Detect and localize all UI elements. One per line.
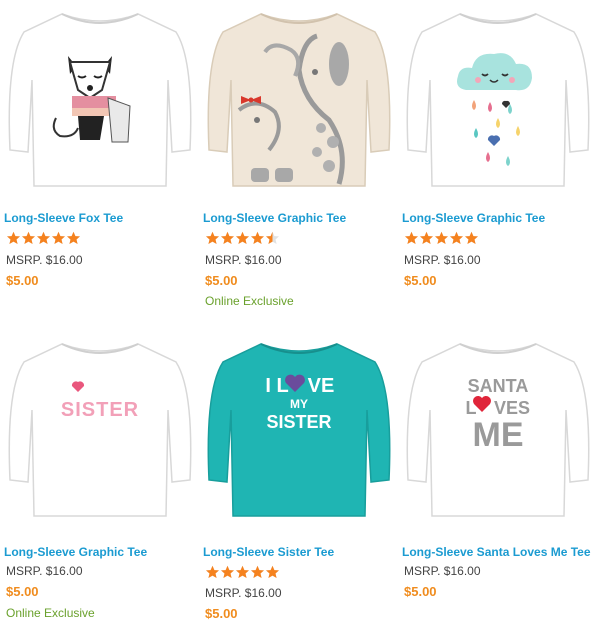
product-grid: Long-Sleeve Fox Tee MSRP. $16.00 $5.00 L… [0, 0, 596, 622]
product-title[interactable]: Long-Sleeve Sister Tee [203, 545, 334, 559]
product-title[interactable]: Long-Sleeve Graphic Tee [4, 545, 147, 559]
sale-price: $5.00 [6, 584, 39, 599]
msrp-price: MSRP. $16.00 [205, 253, 282, 267]
sister-tee-image: SISTER [8, 343, 192, 517]
star-icon [7, 231, 20, 244]
product-card: Long-Sleeve Graphic Tee MSRP. $16.00 $5.… [398, 0, 596, 310]
star-icon [465, 231, 478, 244]
product-image[interactable]: SANTA L VES ME [398, 330, 596, 525]
love-text: VE [308, 375, 335, 397]
msrp-price: MSRP. $16.00 [6, 253, 83, 267]
loves-l-text: L [466, 398, 477, 418]
product-title[interactable]: Long-Sleeve Graphic Tee [203, 211, 346, 225]
star-icon [266, 565, 279, 578]
sale-price: $5.00 [404, 584, 437, 599]
sister-text: SISTER [266, 412, 331, 432]
rain-cloud-tee-image [406, 13, 590, 187]
dogs-tee-image [207, 13, 391, 187]
sale-price: $5.00 [6, 273, 39, 288]
product-title[interactable]: Long-Sleeve Fox Tee [4, 211, 123, 225]
product-card: SANTA L VES ME Long-Sleeve Santa Loves M… [398, 330, 596, 622]
star-icon [435, 231, 448, 244]
me-text: ME [473, 416, 524, 454]
rating-stars [404, 231, 479, 245]
star-icon [206, 565, 219, 578]
star-icon [236, 565, 249, 578]
product-image[interactable] [0, 0, 199, 195]
star-icon [236, 231, 249, 244]
star-icon [52, 231, 65, 244]
online-exclusive-badge: Online Exclusive [6, 606, 95, 620]
product-card: SISTER Long-Sleeve Graphic Tee MSRP. $16… [0, 330, 199, 622]
product-image[interactable] [199, 0, 398, 195]
msrp-price: MSRP. $16.00 [6, 564, 83, 578]
rating-stars [205, 565, 280, 579]
star-icon [405, 231, 418, 244]
star-icon [37, 231, 50, 244]
loves-ves-text: VES [494, 398, 530, 418]
santa-loves-me-tee-image: SANTA L VES ME [406, 343, 590, 517]
msrp-price: MSRP. $16.00 [404, 253, 481, 267]
product-title[interactable]: Long-Sleeve Graphic Tee [402, 211, 545, 225]
msrp-price: MSRP. $16.00 [404, 564, 481, 578]
star-icon [206, 231, 219, 244]
santa-text: SANTA [468, 376, 529, 396]
star-icon [251, 565, 264, 578]
sister-love-tee-image: I L VE MY SISTER [207, 343, 391, 517]
product-image[interactable]: I L VE MY SISTER [199, 330, 398, 525]
i-love-text: I L [265, 375, 288, 397]
msrp-price: MSRP. $16.00 [205, 586, 282, 600]
product-image[interactable]: SISTER [0, 330, 199, 525]
star-icon [67, 231, 80, 244]
star-icon [450, 231, 463, 244]
star-icon [251, 231, 264, 244]
product-card: Long-Sleeve Fox Tee MSRP. $16.00 $5.00 [0, 0, 199, 310]
sale-price: $5.00 [205, 273, 238, 288]
product-card: I L VE MY SISTER Long-Sleeve Sister Tee … [199, 330, 398, 622]
sister-graphic-text: SISTER [61, 399, 139, 421]
star-icon [221, 565, 234, 578]
sale-price: $5.00 [205, 606, 238, 621]
my-text: MY [290, 397, 308, 411]
star-icon [22, 231, 35, 244]
fox-tee-image [8, 13, 192, 187]
sale-price: $5.00 [404, 273, 437, 288]
product-card: Long-Sleeve Graphic Tee MSRP. $16.00 $5.… [199, 0, 398, 310]
product-title[interactable]: Long-Sleeve Santa Loves Me Tee [402, 545, 591, 559]
rating-stars [6, 231, 81, 245]
star-icon [221, 231, 234, 244]
star-icon [266, 231, 279, 244]
star-icon [420, 231, 433, 244]
rating-stars [205, 231, 280, 245]
online-exclusive-badge: Online Exclusive [205, 294, 294, 308]
product-image[interactable] [398, 0, 596, 195]
